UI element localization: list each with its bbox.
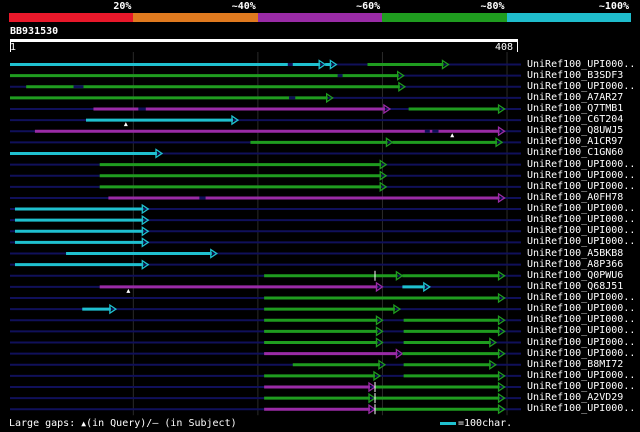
gap-legend: Large gaps: ▲(in Query)/– (in Subject) [9,418,237,429]
hit-label[interactable]: UniRef100_UPI000.. [527,314,635,325]
hit-label[interactable]: UniRef100_UPI000.. [527,159,635,170]
query-gap-label: (in Query)/ [86,418,153,429]
hit-label[interactable]: UniRef100_A0FH78 [527,192,623,203]
subject-gap-label: (in Subject) [158,418,237,429]
query-gap-mark [123,122,128,127]
hit-label[interactable]: UniRef100_UPI000.. [527,236,635,247]
hit-label[interactable]: UniRef100_B8MI72 [527,359,623,370]
hit-label[interactable]: UniRef100_B3SDF3 [527,70,623,81]
hit-label[interactable]: UniRef100_UPI000.. [527,303,635,314]
hit-label[interactable]: UniRef100_A1CR97 [527,136,623,147]
hit-label[interactable]: UniRef100_A2VD29 [527,392,623,403]
hit-label[interactable]: UniRef100_UPI000.. [527,214,635,225]
hit-label[interactable]: UniRef100_UPI000.. [527,348,635,359]
hit-label[interactable]: UniRef100_UPI000.. [527,81,635,92]
scale-key-label: =100char. [458,418,513,429]
hit-label[interactable]: UniRef100_Q7TMB1 [527,103,623,114]
hit-label[interactable]: UniRef100_A5BKB8 [527,248,623,259]
hit-label[interactable]: UniRef100_UPI000.. [527,325,635,336]
hit-label[interactable]: UniRef100_A7AR27 [527,92,623,103]
hit-label[interactable]: UniRef100_UPI000.. [527,292,635,303]
gap-legend-title: Large gaps: [9,418,82,429]
hit-label[interactable]: UniRef100_UPI000.. [527,225,635,236]
query-gap-mark [126,288,131,293]
scale-key-bar [440,421,456,425]
hit-label[interactable]: UniRef100_UPI000.. [527,381,635,392]
hit-label[interactable]: UniRef100_UPI000.. [527,203,635,214]
hit-label[interactable]: UniRef100_C6T204 [527,114,623,125]
hit-label[interactable]: UniRef100_A8P366 [527,259,623,270]
hit-label[interactable]: UniRef100_UPI000.. [527,337,635,348]
hit-label[interactable]: UniRef100_UPI000.. [527,170,635,181]
hit-label[interactable]: UniRef100_UPI000.. [527,181,635,192]
hit-label[interactable]: UniRef100_C1GN60 [527,147,623,158]
hit-label[interactable]: UniRef100_UPI000.. [527,59,635,70]
hit-label[interactable]: UniRef100_Q68J51 [527,281,623,292]
hit-label[interactable]: UniRef100_UPI000.. [527,403,635,414]
query-gap-mark [450,133,455,138]
scale-key: =100char. [440,418,512,429]
hit-label[interactable]: UniRef100_UPI000.. [527,370,635,381]
hit-label[interactable]: UniRef100_Q8UWJ5 [527,125,623,136]
hit-label[interactable]: UniRef100_Q0PWU6 [527,270,623,281]
